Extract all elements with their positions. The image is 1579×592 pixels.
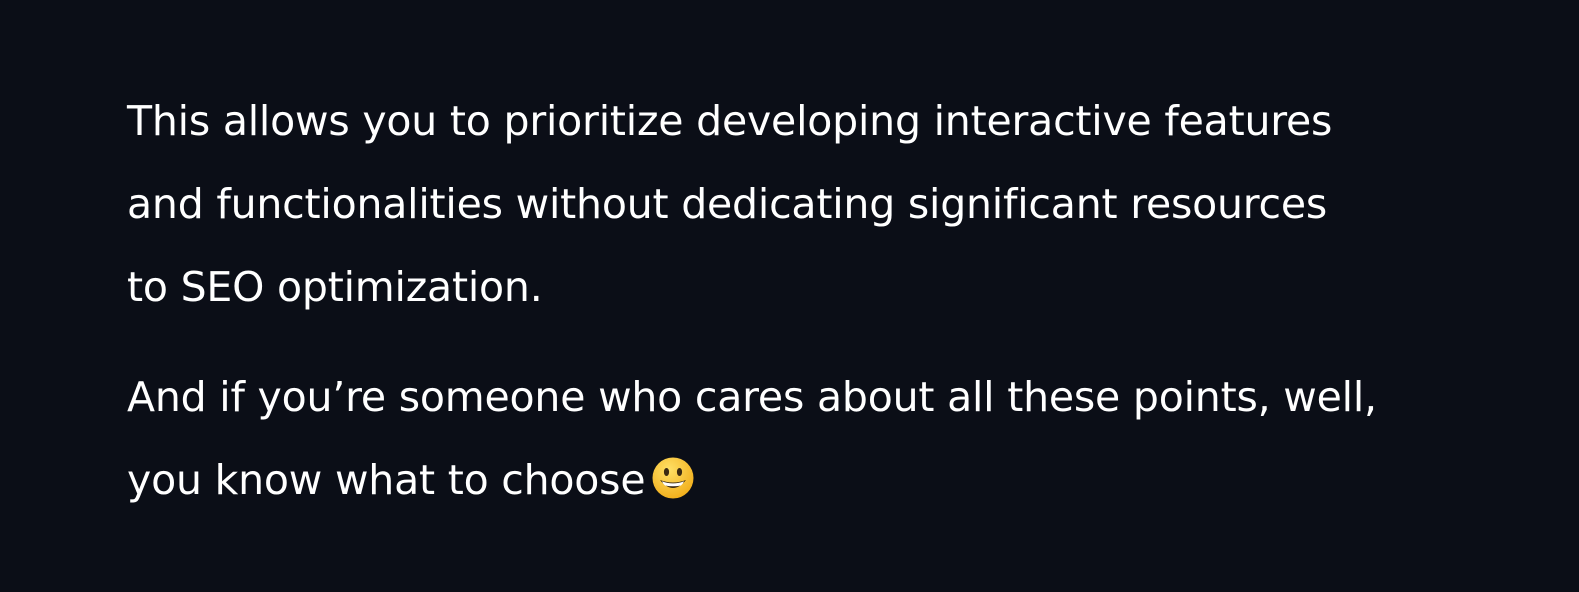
paragraph-line: and functionalities without dedicating s… [127, 180, 1328, 228]
article-body: This allows you to prioritize developing… [127, 80, 1557, 522]
paragraph-line-with-emoji: you know what to choose [127, 439, 1557, 522]
page: { "article": { "paragraphs": [ { "lines"… [0, 0, 1579, 592]
paragraph-line: This allows you to prioritize developing… [127, 97, 1333, 145]
paragraph-line-text: you know what to choose [127, 456, 646, 504]
paragraph-line: to SEO optimization. [127, 263, 543, 311]
paragraph-seo: This allows you to prioritize developing… [127, 80, 1557, 329]
paragraph-line: And if you’re someone who cares about al… [127, 373, 1377, 421]
paragraph-closing: And if you’re someone who cares about al… [127, 356, 1557, 522]
smiling-face-emoji-icon [651, 456, 695, 500]
